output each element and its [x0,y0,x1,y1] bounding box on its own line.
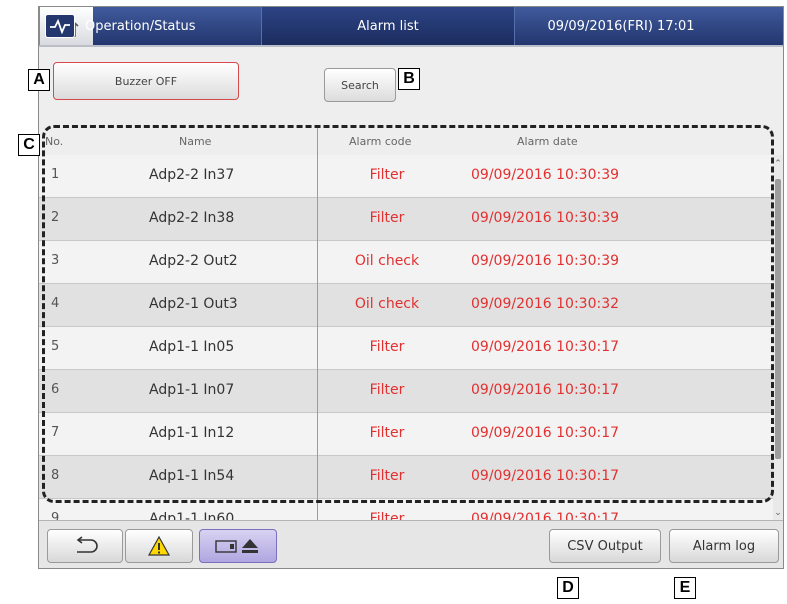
eject-usb-button[interactable] [199,529,277,563]
cell-name: Adp1-1 In05 [149,339,235,355]
scroll-up-icon[interactable]: ⌃ [773,159,783,169]
column-divider [317,125,318,568]
datetime-display: 09/09/2016(FRI) 17:01 [515,7,727,45]
cell-alarm-date: 09/09/2016 10:30:39 [471,210,620,226]
callout-d: D [557,577,579,599]
warning-button[interactable] [125,529,193,563]
eject-icon [215,539,258,553]
cell-alarm-date: 09/09/2016 10:30:17 [471,382,620,398]
column-header-alarm-code: Alarm code [349,135,412,148]
cell-no: 4 [51,296,60,311]
buzzer-off-button[interactable]: Buzzer OFF [53,62,239,100]
callout-d-text: D [562,579,574,596]
table-row[interactable]: 1 Adp2-2 In37 Filter 09/09/2016 10:30:39 [39,155,773,198]
callout-b-text: B [403,70,415,87]
pulse-icon [45,14,75,38]
callout-e-text: E [679,579,691,596]
vertical-scrollbar[interactable]: ⌃ ⌄ [773,155,783,520]
section-title: Operation/Status [85,18,196,34]
cell-alarm-code: Oil check [354,253,420,269]
callout-c: C [18,134,40,156]
table-row[interactable]: 8 Adp1-1 In54 Filter 09/09/2016 10:30:17 [39,456,773,499]
page-title: Alarm list [261,7,515,45]
cell-name: Adp2-2 In38 [149,210,235,226]
cell-alarm-date: 09/09/2016 10:30:17 [471,468,620,484]
cell-alarm-date: 09/09/2016 10:30:39 [471,253,620,269]
alarm-log-button[interactable]: Alarm log [669,529,779,563]
callout-a-text: A [33,71,45,88]
table-row[interactable]: 4 Adp2-1 Out3 Oil check 09/09/2016 10:30… [39,284,773,327]
scrollbar-thumb[interactable] [775,179,781,459]
cell-name: Adp1-1 In07 [149,382,235,398]
search-button[interactable]: Search [324,68,396,102]
cell-no: 7 [51,425,60,440]
callout-e: E [674,577,696,599]
page-title-text: Alarm list [357,18,419,34]
table-row[interactable]: 2 Adp2-2 In38 Filter 09/09/2016 10:30:39 [39,198,773,241]
column-header-alarm-date: Alarm date [517,135,578,148]
cell-name: Adp1-1 In12 [149,425,235,441]
csv-output-label: CSV Output [567,538,643,554]
operation-status-menu[interactable]: Operation/Status [39,7,261,45]
buzzer-off-label: Buzzer OFF [114,74,178,88]
cell-name: Adp2-1 Out3 [149,296,238,312]
table-header: No. Name Alarm code Alarm date [39,131,783,156]
back-icon [76,536,98,553]
datetime-text: 09/09/2016(FRI) 17:01 [547,18,695,34]
cell-name: Adp1-1 In54 [149,468,235,484]
cell-name: Adp2-2 In37 [149,167,235,183]
cell-alarm-code: Filter [369,167,405,183]
cell-alarm-date: 09/09/2016 10:30:17 [471,425,620,441]
cell-alarm-code: Filter [369,382,405,398]
column-header-name: Name [179,135,212,148]
table-row[interactable]: 5 Adp1-1 In05 Filter 09/09/2016 10:30:17 [39,327,773,370]
table-row[interactable]: 7 Adp1-1 In12 Filter 09/09/2016 10:30:17 [39,413,773,456]
table-row[interactable]: 6 Adp1-1 In07 Filter 09/09/2016 10:30:17 [39,370,773,413]
callout-c-text: C [23,136,35,153]
callout-b: B [398,68,420,90]
alarm-list-screen: Operation/Status Alarm list 09/09/2016(F… [38,6,784,569]
table-row[interactable]: 3 Adp2-2 Out2 Oil check 09/09/2016 10:30… [39,241,773,284]
cell-no: 3 [51,253,60,268]
cell-alarm-date: 09/09/2016 10:30:17 [471,339,620,355]
cell-alarm-code: Oil check [354,296,420,312]
alarm-table-body: 1 Adp2-2 In37 Filter 09/09/2016 10:30:39… [39,155,773,542]
back-button[interactable] [47,529,123,563]
cell-no: 5 [51,339,60,354]
cell-no: 2 [51,210,60,225]
header-bar: Operation/Status Alarm list 09/09/2016(F… [39,7,783,47]
warning-icon [148,536,170,556]
cell-no: 6 [51,382,60,397]
cell-alarm-code: Filter [369,425,405,441]
search-label: Search [341,78,379,92]
column-header-no: No. [45,135,64,148]
cell-alarm-date: 09/09/2016 10:30:32 [471,296,620,312]
callout-a: A [28,69,50,91]
cell-alarm-date: 09/09/2016 10:30:39 [471,167,620,183]
scroll-down-icon[interactable]: ⌄ [773,508,783,518]
footer-bar: CSV Output Alarm log [39,520,783,568]
cell-alarm-code: Filter [369,468,405,484]
cell-no: 8 [51,468,60,483]
cell-alarm-code: Filter [369,210,405,226]
cell-name: Adp2-2 Out2 [149,253,238,269]
csv-output-button[interactable]: CSV Output [549,529,661,563]
cell-no: 1 [51,167,60,182]
cell-alarm-code: Filter [369,339,405,355]
alarm-log-label: Alarm log [692,538,756,554]
